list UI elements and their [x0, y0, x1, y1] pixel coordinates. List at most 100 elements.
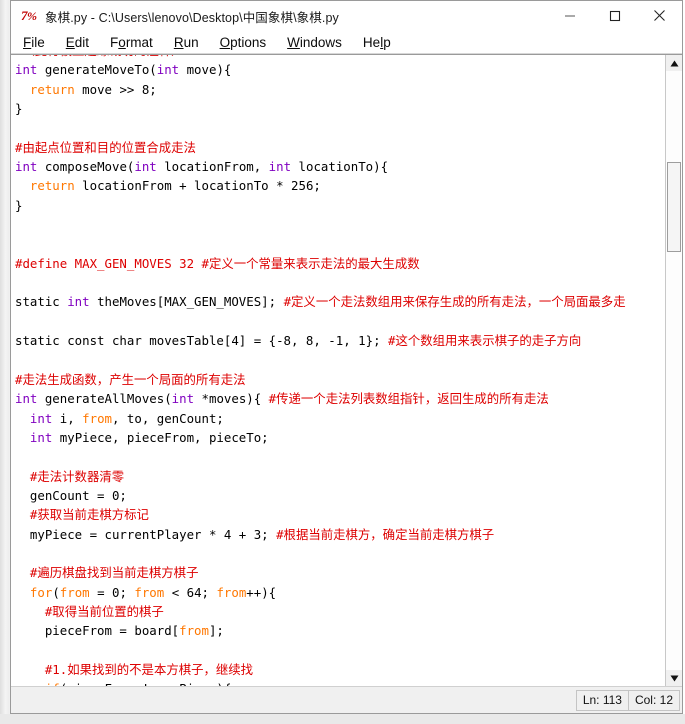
line-indicator: Ln: 113 — [575, 689, 629, 711]
menu-item-help[interactable]: Help — [363, 34, 391, 52]
scrollbar-track[interactable] — [666, 71, 682, 670]
code-token: locationTo){ — [291, 159, 389, 175]
code-text-area[interactable]: #（此行被上边缘裁切的注释）int generateMoveTo(int mov… — [11, 55, 665, 686]
code-token: i, — [52, 410, 83, 426]
code-token: #1.如果找到的不是本方棋子，继续找 — [15, 662, 254, 677]
scroll-up-arrow-icon[interactable] — [666, 55, 682, 71]
code-line: if(pieceFrom != myPiece){ — [15, 679, 665, 686]
code-token: theMoves[MAX_GEN_MOVES]; — [89, 294, 284, 310]
code-line: #1.如果找到的不是本方棋子，继续找 — [15, 660, 665, 679]
code-token: ++){ — [246, 584, 277, 600]
code-line: int generateMoveTo(int move){ — [15, 60, 665, 79]
code-token: return — [29, 81, 75, 97]
code-token: int — [67, 294, 90, 310]
code-token: (pieceFrom != myPiece){ — [60, 681, 232, 686]
code-token: #define MAX_GEN_MOVES 32 #定义一个常量来表示走法的最大… — [15, 255, 420, 271]
code-token: #这个数组用来表示棋子的走子方向 — [388, 333, 582, 349]
code-token: from — [59, 584, 90, 600]
code-token: composeMove( — [37, 159, 135, 175]
code-token: int — [15, 159, 38, 175]
status-bar: Ln: 113 Col: 12 — [11, 686, 682, 713]
code-token: move){ — [179, 62, 232, 78]
menu-item-format[interactable]: Format — [110, 34, 153, 52]
maximize-button[interactable] — [592, 1, 637, 30]
code-token: pieceFrom = board[ — [15, 623, 180, 639]
menu-item-options[interactable]: Options — [220, 34, 267, 52]
code-line: return move >> 8; — [15, 80, 665, 99]
menu-item-windows[interactable]: Windows — [287, 34, 342, 52]
code-token: } — [15, 197, 23, 213]
code-line: #走法计数器清零 — [15, 467, 665, 486]
code-line: #走法生成函数，产生一个局面的所有走法 — [15, 370, 665, 389]
code-line: } — [15, 196, 665, 215]
code-token: static — [15, 294, 68, 310]
menu-bar: File Edit Format Run Options Windows Hel… — [11, 32, 682, 54]
code-line: pieceFrom = board[from]; — [15, 621, 665, 640]
window-controls — [547, 1, 682, 30]
code-token: return — [29, 178, 75, 194]
code-token: int — [15, 391, 38, 407]
code-token: generateAllMoves( — [37, 391, 172, 407]
code-token: ( — [52, 584, 60, 600]
window-bottom-shadow — [0, 714, 685, 724]
code-line: myPiece = currentPlayer * 4 + 3; #根据当前走棋… — [15, 525, 665, 544]
code-token: from — [179, 623, 209, 639]
code-token: myPiece, pieceFrom, pieceTo; — [52, 429, 269, 445]
code-token: #获取当前走棋方标记 — [15, 507, 149, 523]
code-line: int generateAllMoves(int *moves){ #传递一个走… — [15, 389, 665, 408]
editor-region: #（此行被上边缘裁切的注释）int generateMoveTo(int mov… — [11, 54, 682, 686]
code-token: myPiece = currentPlayer * 4 + 3; — [15, 526, 277, 542]
code-token: from — [134, 584, 165, 600]
code-token: #（此行被上边缘裁切的注释） — [15, 55, 184, 58]
code-token: locationFrom + locationTo * 256; — [74, 178, 321, 194]
menu-item-file[interactable]: File — [23, 34, 45, 52]
code-line: #由起点位置和目的位置合成走法 — [15, 138, 665, 157]
code-line: #取得当前位置的棋子 — [15, 602, 665, 621]
code-token: *moves){ — [194, 391, 269, 407]
code-token: for — [29, 584, 53, 600]
code-token: int — [15, 62, 38, 78]
scrollbar-thumb[interactable] — [667, 162, 681, 252]
code-line: #define MAX_GEN_MOVES 32 #定义一个常量来表示走法的最大… — [15, 254, 665, 273]
minimize-button[interactable] — [547, 1, 592, 30]
vertical-scrollbar[interactable] — [665, 55, 682, 686]
code-line: static int theMoves[MAX_GEN_MOVES]; #定义一… — [15, 292, 665, 311]
desktop-background: 7 % 象棋.py - C:\Users\lenovo\Desktop\中国象棋… — [0, 0, 685, 724]
scroll-down-arrow-icon[interactable] — [666, 670, 682, 686]
code-line: return locationFrom + locationTo * 256; — [15, 176, 665, 195]
code-token: #遍历棋盘找到当前走棋方棋子 — [15, 565, 199, 581]
code-line: int composeMove(int locationFrom, int lo… — [15, 157, 665, 176]
code-token: locationFrom, — [156, 159, 269, 175]
code-line: for(from = 0; from < 64; from++){ — [15, 583, 665, 602]
column-indicator: Col: 12 — [627, 689, 680, 711]
code-line: int myPiece, pieceFrom, pieceTo; — [15, 428, 665, 447]
code-line: } — [15, 99, 665, 118]
code-token: < 64; — [164, 584, 217, 600]
svg-text:%: % — [27, 9, 37, 23]
code-token: int — [171, 391, 195, 407]
menu-item-run[interactable]: Run — [174, 34, 199, 52]
menu-item-edit[interactable]: Edit — [66, 34, 89, 52]
idle-editor-window: 7 % 象棋.py - C:\Users\lenovo\Desktop\中国象棋… — [10, 0, 683, 714]
code-token: move >> 8; — [74, 81, 157, 97]
code-token: generateMoveTo( — [37, 62, 157, 78]
title-bar[interactable]: 7 % 象棋.py - C:\Users\lenovo\Desktop\中国象棋… — [11, 1, 682, 32]
window-title: 象棋.py - C:\Users\lenovo\Desktop\中国象棋\象棋.… — [45, 10, 339, 25]
code-token: #取得当前位置的棋子 — [15, 603, 164, 619]
code-token: if — [45, 681, 60, 686]
code-token: #走法生成函数，产生一个局面的所有走法 — [15, 371, 246, 387]
code-token: #定义一个走法数组用来保存生成的所有走法，一个局面最多走 — [283, 294, 626, 310]
close-button[interactable] — [637, 1, 682, 30]
code-token: #根据当前走棋方，确定当前走棋方棋子 — [276, 526, 495, 542]
code-line: #遍历棋盘找到当前走棋方棋子 — [15, 563, 665, 582]
